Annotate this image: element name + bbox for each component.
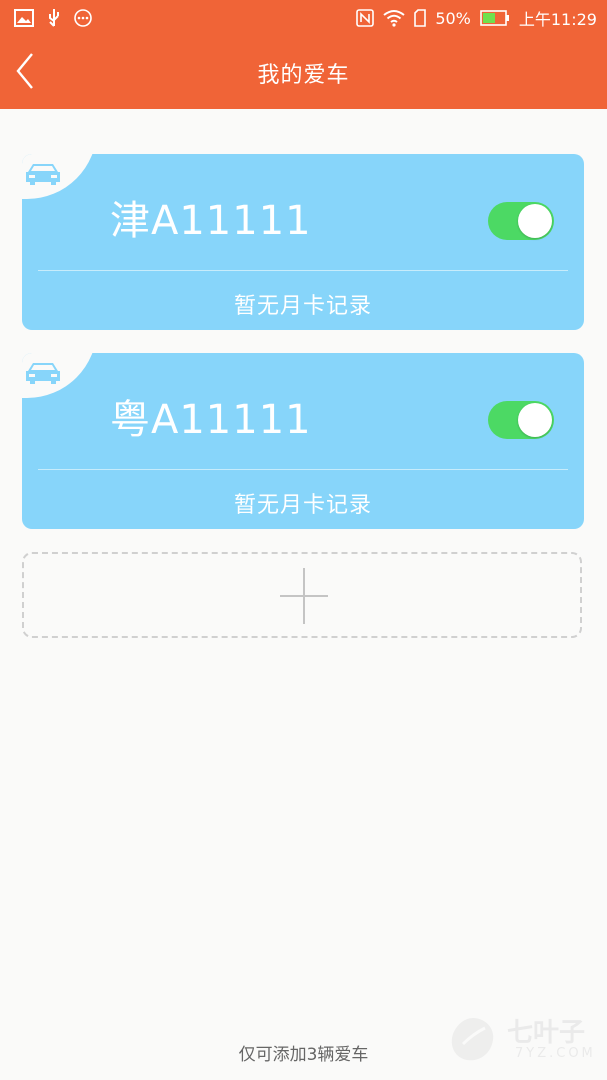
wifi-icon: [383, 9, 405, 27]
image-notification-icon: [14, 9, 34, 27]
car-enable-toggle[interactable]: [488, 202, 554, 240]
status-bar: 50% 上午11:29: [0, 0, 607, 35]
car-icon: [24, 359, 62, 389]
clock: 上午11:29: [518, 10, 597, 29]
app-header: 我的爱车: [0, 35, 607, 109]
watermark-logo: 七叶子 7YZ.COM: [445, 1012, 595, 1068]
car-enable-toggle[interactable]: [488, 401, 554, 439]
watermark-domain: 7YZ.COM: [515, 1046, 596, 1061]
more-notifications-icon: [74, 9, 92, 27]
battery-icon: [480, 10, 510, 26]
sim-icon: [414, 9, 427, 27]
car-card[interactable]: 粤A11111 暂无月卡记录: [22, 353, 584, 529]
monthly-card-status: 暂无月卡记录: [233, 493, 372, 518]
toggle-knob: [518, 403, 552, 437]
monthly-card-status: 暂无月卡记录: [233, 294, 372, 319]
page-title: 我的爱车: [257, 63, 350, 88]
plus-icon: [280, 568, 328, 628]
battery-percent: 50%: [435, 8, 471, 28]
toggle-knob: [518, 204, 552, 238]
car-card[interactable]: 津A11111 暂无月卡记录: [22, 154, 584, 330]
car-icon: [24, 160, 62, 190]
divider: [38, 270, 568, 271]
add-car-button[interactable]: [22, 552, 582, 638]
leaf-logo-icon: [445, 1014, 501, 1070]
divider: [38, 469, 568, 470]
license-plate: 粤A11111: [110, 397, 312, 443]
usb-icon: [46, 8, 62, 28]
nfc-icon: [356, 9, 375, 27]
license-plate: 津A11111: [110, 198, 312, 244]
watermark-brand: 七叶子: [507, 1018, 586, 1048]
